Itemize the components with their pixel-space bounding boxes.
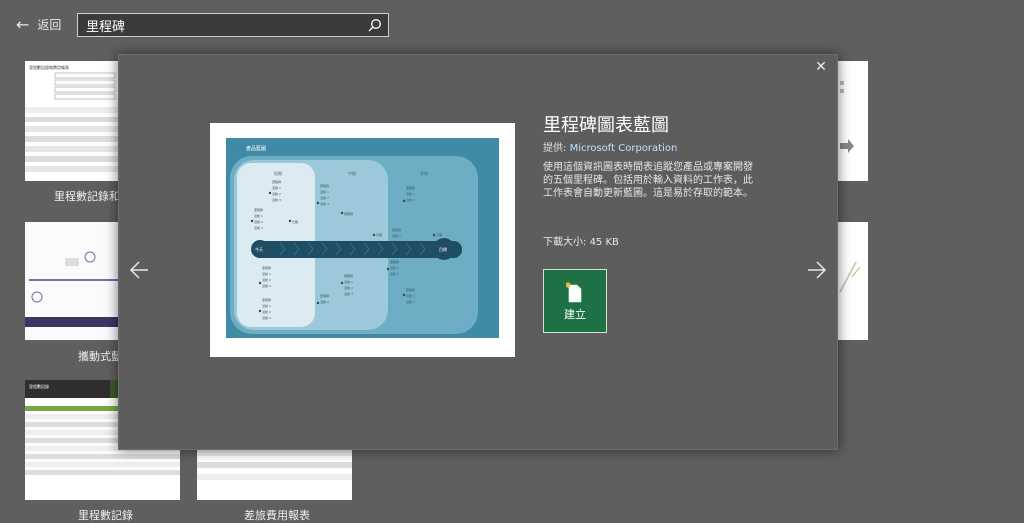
milestone-activity: 活動 3 (320, 201, 329, 206)
end-label: 目標 (439, 246, 447, 252)
template-description: 使用這個資訊圖表時間表追蹤您產品或專案開發的五個里程碑。包括用於輸入資料的工作表… (543, 162, 753, 199)
milestone-activity: 活動 1 (344, 279, 353, 284)
milestone-name: 日期 (292, 219, 298, 224)
milestone-activity: 活動 3 (262, 315, 271, 320)
back-button[interactable]: ← 返回 (16, 12, 61, 36)
milestone-name: 里程碑 (262, 297, 271, 302)
download-size: 下載大小: 45 KB (543, 233, 619, 248)
new-document-icon (566, 282, 582, 303)
template-thumbnail-partial[interactable] (838, 222, 868, 340)
milestone-activity: 活動 1 (320, 299, 329, 304)
milestone-activity: 活動 2 (406, 197, 415, 202)
milestone-name: 日期 (376, 232, 382, 237)
milestone-activity: 活動 3 (272, 197, 281, 202)
milestone-activity: 活動 1 (406, 191, 415, 196)
milestone-name: 里程碑 (320, 183, 329, 188)
download-size-value: 45 KB (589, 237, 619, 248)
milestone-activity: 活動 1 (406, 293, 415, 298)
milestone-name: 里程碑 (392, 227, 401, 232)
phase-label: 長期 (420, 170, 428, 176)
milestone-name: 里程碑 (406, 287, 415, 292)
template-preview-dialog: ✕ 產品藍圖 短期 中期 長期 今天 目標 里程碑 活動 1 活動 2 活動 3… (118, 54, 838, 450)
phase-label: 短期 (274, 170, 282, 176)
close-icon[interactable]: ✕ (813, 59, 829, 75)
download-size-label: 下載大小: (543, 237, 587, 248)
back-label: 返回 (37, 17, 62, 32)
milestone-activity: 活動 2 (406, 299, 415, 304)
milestone-activity: 活動 1 (262, 303, 271, 308)
next-template-arrow-icon[interactable] (804, 258, 828, 282)
milestone-activity: 活動 2 (254, 219, 263, 224)
template-title: 里程碑圖表藍圖 (543, 115, 669, 136)
create-button-label: 建立 (564, 308, 586, 321)
template-thumbnail-mileage-expense[interactable]: 里程數記錄和費用報表 (25, 61, 118, 181)
preview-title: 產品藍圖 (246, 145, 266, 152)
search-box[interactable] (77, 13, 389, 37)
provider-label: 提供: (543, 143, 567, 154)
arrow-left-icon: ← (16, 14, 30, 34)
milestone-activity: 活動 2 (390, 271, 399, 276)
template-thumbnail-partial[interactable] (838, 61, 868, 181)
milestone-activity: 活動 2 (272, 191, 281, 196)
milestone-activity: 活動 2 (262, 309, 271, 314)
milestone-activity: 活動 3 (344, 291, 353, 296)
milestone-activity: 活動 1 (320, 189, 329, 194)
milestone-name: 里程碑 (406, 185, 415, 190)
milestone-activity: 活動 2 (320, 195, 329, 200)
start-label: 今天 (255, 246, 263, 252)
template-provider: 提供: Microsoft Corporation (543, 139, 677, 154)
thumb-title: 里程數記錄和費用報表 (29, 64, 69, 70)
milestone-activity: 活動 1 (392, 233, 401, 238)
milestone-activity: 活動 3 (254, 225, 263, 230)
milestone-activity: 活動 3 (262, 283, 271, 288)
template-label[interactable]: 差旅費用報表 (244, 507, 310, 523)
template-thumbnail-interactive-roadmap[interactable] (25, 222, 118, 340)
milestone-activity: 活動 1 (262, 271, 271, 276)
thumb-title: 里程數記錄 (29, 383, 49, 389)
previous-template-arrow-icon[interactable] (128, 258, 152, 282)
milestone-activity: 活動 1 (254, 213, 263, 218)
milestone-name: 里程碑 (254, 207, 263, 212)
milestone-activity: 活動 1 (272, 185, 281, 190)
milestone-name: 日期 (436, 232, 442, 237)
template-label[interactable]: 里程數記錄 (78, 507, 133, 523)
phase-label: 中期 (348, 170, 356, 176)
milestone-activity: 活動 2 (344, 285, 353, 290)
template-preview-image: 產品藍圖 短期 中期 長期 今天 目標 里程碑 活動 1 活動 2 活動 3 里… (210, 123, 515, 357)
milestone-name: 里程碑 (344, 211, 353, 216)
milestone-activity: 活動 1 (390, 265, 399, 270)
milestone-name: 里程碑 (320, 293, 329, 298)
milestone-name: 里程碑 (262, 265, 271, 270)
milestone-name: 里程碑 (344, 273, 353, 278)
provider-name: Microsoft Corporation (569, 143, 678, 154)
milestone-name: 里程碑 (390, 259, 399, 264)
milestone-name: 里程碑 (272, 179, 281, 184)
search-icon[interactable] (362, 14, 388, 36)
search-input[interactable] (78, 17, 362, 33)
create-button[interactable]: 建立 (543, 269, 607, 333)
milestone-activity: 活動 2 (262, 277, 271, 282)
